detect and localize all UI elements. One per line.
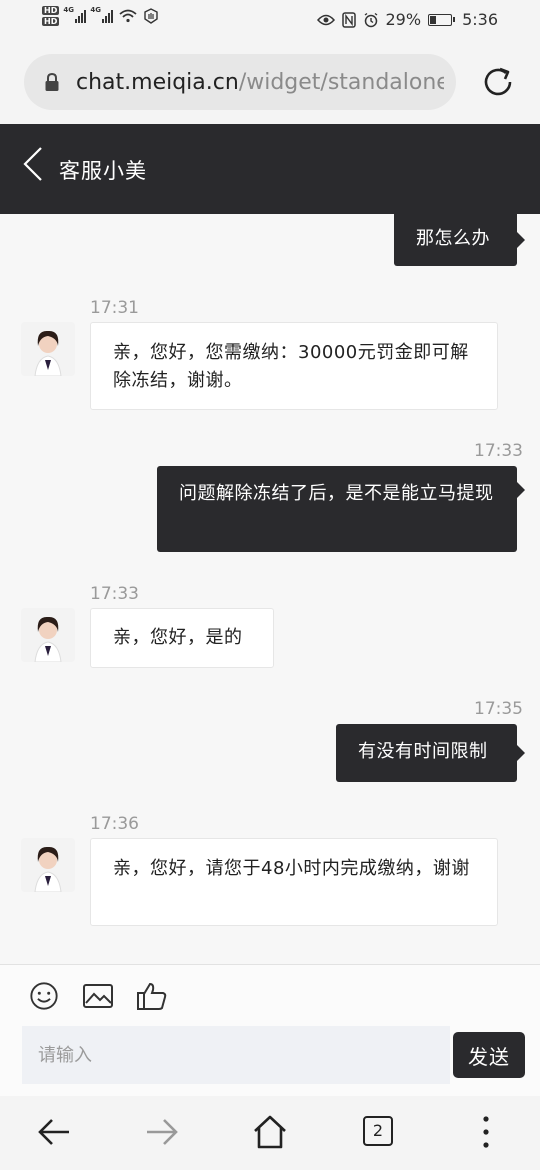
battery-percent: 29% [385,10,422,29]
agent-avatar-image [21,838,75,892]
message-timestamp: 17:33 [474,441,523,461]
url-path: /widget/standalone [238,69,444,95]
agent-avatar-image [21,322,75,376]
status-left: HD HD 4G 4G [42,6,159,26]
browser-bottom-nav: 2 [0,1096,540,1170]
url-text[interactable]: chat.meiqia.cn/widget/standalone [76,70,444,95]
chat-title: 客服小美 [59,159,147,183]
nfc-icon [341,11,356,28]
incoming-message-bubble: 亲，您好，请您于48小时内完成缴纳，谢谢 [90,838,498,926]
hd-badge: HD [42,6,60,15]
agent-avatar-image [21,608,75,662]
browser-address-row: chat.meiqia.cn/widget/standalone [0,40,540,124]
status-right: 29% 5:36 [316,10,498,29]
hd-badges: HD HD [42,6,60,26]
message-input[interactable] [22,1026,450,1084]
status-bar: HD HD 4G 4G 29% 5:36 [0,0,540,40]
reload-icon[interactable] [480,64,516,100]
signal-label: 4G [90,6,101,14]
outgoing-message-bubble: 那怎么办 [394,214,525,266]
alarm-icon [364,12,377,27]
hd-badge: HD [42,17,60,26]
message-list[interactable]: 那怎么办 17:31 亲，您好，您需缴纳：30000元罚金即可解除冻结，谢谢。 … [0,214,540,964]
emoji-icon[interactable] [28,981,60,1011]
address-bar[interactable]: chat.meiqia.cn/widget/standalone [24,54,456,110]
tabs-button[interactable]: 2 [363,1116,393,1146]
agent-avatar [21,322,75,376]
back-chevron-icon[interactable] [20,145,44,183]
signal-icon: 4G [63,6,87,23]
signal-label: 4G [63,6,74,14]
phone-screen: HD HD 4G 4G 29% 5:36 chat.meiqia.cn/widg… [0,0,540,1170]
incoming-message-bubble: 亲，您好，是的 [90,608,274,668]
thumbs-up-icon[interactable] [136,981,168,1011]
chat-header: 客服小美 [0,124,540,214]
incoming-message-bubble: 亲，您好，您需缴纳：30000元罚金即可解除冻结，谢谢。 [90,322,498,410]
image-icon[interactable] [82,981,114,1011]
message-timestamp: 17:31 [90,298,139,318]
home-icon[interactable] [252,1114,288,1150]
clock: 5:36 [462,10,498,29]
composer-toolbar [0,964,540,1024]
message-timestamp: 17:33 [90,584,139,604]
agent-avatar [21,608,75,662]
send-button[interactable]: 发送 [453,1032,525,1078]
back-arrow-icon[interactable] [36,1114,72,1150]
signal-icon: 4G [90,6,114,23]
url-host: chat.meiqia.cn [76,69,239,95]
outgoing-message-bubble: 有没有时间限制 [336,724,525,782]
eye-icon [316,14,335,25]
message-timestamp: 17:35 [474,699,523,719]
more-menu-icon[interactable] [468,1114,504,1150]
wifi-icon [119,9,137,23]
battery-icon [428,13,456,26]
hand-icon [144,8,159,24]
lock-icon [45,72,59,91]
agent-avatar [21,838,75,892]
composer-input-row: 发送 [0,1024,540,1096]
outgoing-message-bubble: 问题解除冻结了后，是不是能立马提现 [157,466,525,552]
forward-arrow-icon[interactable] [144,1114,180,1150]
message-timestamp: 17:36 [90,814,139,834]
